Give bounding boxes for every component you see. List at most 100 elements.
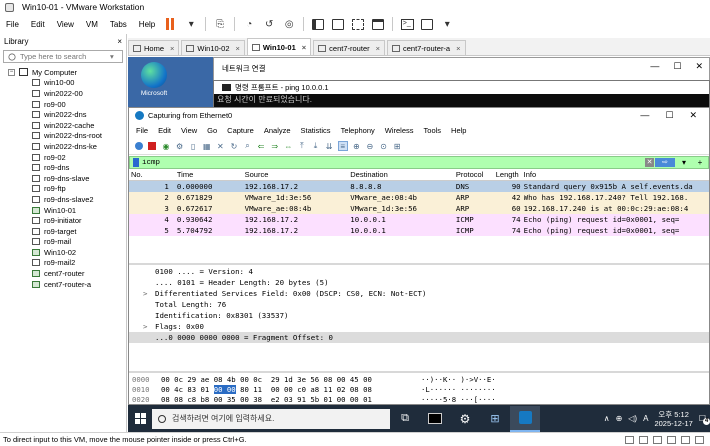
- library-vm-item[interactable]: ro9-02: [0, 152, 126, 163]
- tab-win10-01[interactable]: Win10-01 ×: [246, 38, 312, 55]
- menu-tabs[interactable]: Tabs: [104, 20, 133, 29]
- collapse-icon[interactable]: −: [8, 68, 15, 76]
- pane-splitter[interactable]: [129, 263, 709, 265]
- close-file-icon[interactable]: ✕: [215, 141, 225, 151]
- expand-chevron-icon[interactable]: >: [143, 289, 155, 298]
- stretch-button[interactable]: [420, 17, 434, 31]
- library-vm-item[interactable]: cent7-router-a: [0, 279, 126, 290]
- ws-menu-wireless[interactable]: Wireless: [380, 126, 419, 135]
- first-packet-icon[interactable]: ⤒: [297, 141, 307, 151]
- tab-cent7-router[interactable]: cent7-router ×: [313, 40, 385, 55]
- library-vm-item[interactable]: win2022-cache: [0, 120, 126, 131]
- cd-drive-icon[interactable]: [639, 435, 648, 444]
- find-packet-icon[interactable]: ⌕: [243, 141, 253, 151]
- close-icon[interactable]: ×: [117, 37, 122, 46]
- packet-row[interactable]: 1 0.000000 192.168.17.2 8.8.8.8 DNS 90 Standar…: [129, 181, 709, 192]
- taskbar-search[interactable]: 검색하려면 여기에 입력하세요.: [152, 408, 390, 429]
- taskbar-wireshark[interactable]: [510, 405, 540, 432]
- last-packet-icon[interactable]: ⤓: [311, 141, 321, 151]
- desktop-icon-edge[interactable]: Microsoft: [134, 62, 174, 107]
- tree-root-my-computer[interactable]: − My Computer: [0, 67, 126, 78]
- open-file-icon[interactable]: ▯: [188, 141, 198, 151]
- menu-view[interactable]: View: [51, 20, 80, 29]
- detail-line[interactable]: 0100 .... = Version: 4: [129, 266, 709, 277]
- detail-line[interactable]: .... 0101 = Header Length: 20 bytes (5): [129, 277, 709, 288]
- hex-line[interactable]: 0010 00 4c 83 01 00 00 80 11 00 00 c0 a8 …: [129, 384, 709, 394]
- packet-row[interactable]: 4 0.930642 192.168.17.2 10.0.0.1 ICMP 74 Echo …: [129, 214, 709, 225]
- snapshot-manager-button[interactable]: ◎: [282, 17, 296, 31]
- colorize-icon[interactable]: ≡: [337, 141, 348, 151]
- close-icon[interactable]: ×: [456, 44, 460, 53]
- library-vm-item[interactable]: cent7-router: [0, 268, 126, 279]
- close-icon[interactable]: ×: [170, 44, 174, 53]
- stop-capture-icon[interactable]: [148, 142, 157, 150]
- close-icon[interactable]: ×: [302, 43, 306, 52]
- zoom-out-icon[interactable]: ⊖: [365, 141, 375, 151]
- close-icon[interactable]: ✕: [695, 61, 703, 72]
- network-adapter-icon[interactable]: [653, 435, 662, 444]
- ws-menu-analyze[interactable]: Analyze: [259, 126, 296, 135]
- autoscroll-icon[interactable]: ⇊: [324, 141, 334, 151]
- packet-row[interactable]: 5 5.704792 192.168.17.2 10.0.0.1 ICMP 74 Echo …: [129, 225, 709, 236]
- hex-line[interactable]: 0000 00 0c 29 ae 08 4b 00 0c 29 1d 3e 56 …: [129, 374, 709, 384]
- library-search[interactable]: ▾: [3, 50, 123, 63]
- revert-snapshot-button[interactable]: ↺: [262, 17, 276, 31]
- ws-menu-tools[interactable]: Tools: [419, 126, 447, 135]
- taskbar-network[interactable]: ⊞: [480, 406, 510, 432]
- resize-columns-icon[interactable]: ⊞: [392, 141, 402, 151]
- chevron-down-icon[interactable]: ▾: [110, 52, 114, 61]
- apply-filter-icon[interactable]: ⇨: [655, 158, 675, 167]
- library-vm-item[interactable]: Win10-01: [0, 205, 126, 216]
- packet-row[interactable]: 3 0.672617 VMware_ae:08:4b VMware_1d:3e:56 A…: [129, 203, 709, 214]
- menu-file[interactable]: File: [0, 20, 25, 29]
- volume-icon[interactable]: ◁): [628, 414, 637, 423]
- ws-menu-help[interactable]: Help: [446, 126, 471, 135]
- library-vm-item[interactable]: win2022-dns-root: [0, 131, 126, 142]
- library-vm-item[interactable]: win2022-00: [0, 88, 126, 99]
- send-ctrl-alt-del-button[interactable]: ⎘: [213, 17, 227, 31]
- task-view-button[interactable]: ⧉: [390, 406, 420, 432]
- menu-edit[interactable]: Edit: [25, 20, 51, 29]
- tab-home[interactable]: Home ×: [128, 40, 180, 55]
- maximize-icon[interactable]: ☐: [665, 110, 673, 121]
- clear-filter-icon[interactable]: ✕: [645, 158, 654, 167]
- start-capture-icon[interactable]: [134, 142, 143, 150]
- command-prompt-window[interactable]: 명령 프롬프트 - ping 10.0.0.1 요청 시간이 만료되었습니다.: [213, 80, 710, 110]
- display-filter-input[interactable]: [142, 158, 645, 167]
- library-vm-item[interactable]: ro9-mail: [0, 237, 126, 248]
- library-vm-item[interactable]: ro9-ftp: [0, 184, 126, 195]
- pane-splitter[interactable]: [129, 371, 709, 373]
- ws-menu-statistics[interactable]: Statistics: [296, 126, 336, 135]
- chevron-up-icon[interactable]: ∧: [604, 414, 610, 423]
- col-header-info[interactable]: Info: [524, 170, 709, 179]
- packet-row[interactable]: 2 0.671829 VMware_1d:3e:56 VMware_ae:08:4b A…: [129, 192, 709, 203]
- zoom-in-icon[interactable]: ⊕: [351, 141, 361, 151]
- col-header-time[interactable]: Time: [173, 170, 245, 179]
- minimize-icon[interactable]: —: [650, 61, 659, 72]
- clock[interactable]: 오후 5:12 2025-12-17: [654, 410, 692, 428]
- library-vm-item[interactable]: win2022-dns-ke: [0, 141, 126, 152]
- library-vm-item[interactable]: Win10-02: [0, 247, 126, 258]
- go-forward-icon[interactable]: ⇒: [270, 141, 280, 151]
- network-status-icon[interactable]: ⊕: [616, 414, 623, 423]
- ws-menu-telephony[interactable]: Telephony: [336, 126, 380, 135]
- library-vm-item[interactable]: ro9-dns-slave: [0, 173, 126, 184]
- detail-line[interactable]: > Flags: 0x00: [129, 321, 709, 332]
- stretch-dropdown[interactable]: ▾: [440, 17, 454, 31]
- col-header-protocol[interactable]: Protocol: [456, 170, 496, 179]
- library-vm-item[interactable]: ro9-00: [0, 99, 126, 110]
- ws-menu-view[interactable]: View: [176, 126, 202, 135]
- close-icon[interactable]: ×: [376, 44, 380, 53]
- pause-button[interactable]: [164, 17, 178, 31]
- close-icon[interactable]: ×: [236, 44, 240, 53]
- capture-options-icon[interactable]: ⚙: [175, 141, 185, 151]
- tab-cent7-router-a[interactable]: cent7-router-a ×: [387, 40, 466, 55]
- ws-menu-capture[interactable]: Capture: [222, 126, 259, 135]
- pause-dropdown[interactable]: ▾: [184, 17, 198, 31]
- save-file-icon[interactable]: ▦: [202, 141, 212, 151]
- sound-icon[interactable]: [681, 435, 690, 444]
- ime-indicator[interactable]: A: [643, 414, 648, 423]
- library-vm-item[interactable]: ro9-mail2: [0, 258, 126, 269]
- library-search-input[interactable]: [20, 52, 110, 61]
- library-vm-item[interactable]: ro9-initiator: [0, 215, 126, 226]
